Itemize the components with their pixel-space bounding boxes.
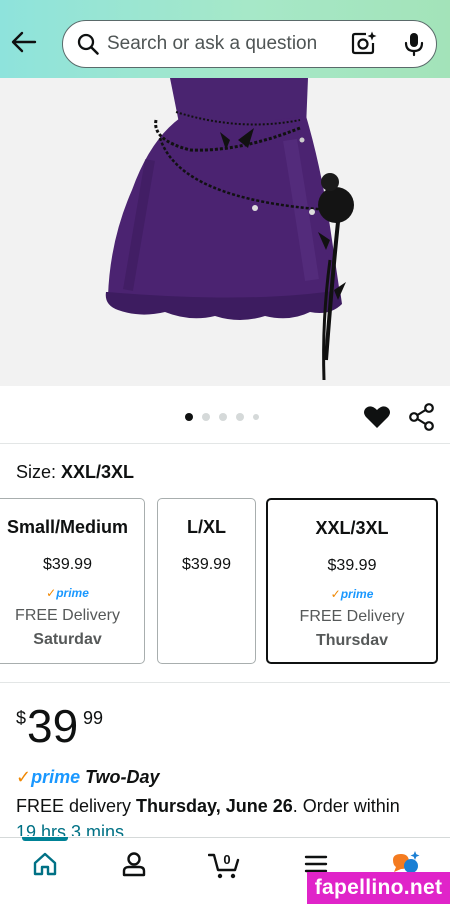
carousel-dot[interactable] <box>236 413 244 421</box>
size-option-day: Saturdav <box>33 631 102 648</box>
order-countdown: 19 hrs 3 mins <box>16 822 125 836</box>
skirt-product-photo <box>105 78 354 381</box>
voice-search-button[interactable] <box>401 31 427 57</box>
nav-account[interactable] <box>120 850 150 880</box>
arrow-left-icon <box>11 31 37 53</box>
size-option-name: L/XL <box>187 517 226 537</box>
price-symbol: $ <box>16 708 27 728</box>
delivery-message: FREE delivery Thursday, June 26. Order w… <box>16 796 400 817</box>
carousel-dot[interactable] <box>219 413 227 421</box>
prime-badge: ✓prime <box>330 587 374 601</box>
size-option-name: XXL/3XL <box>315 518 389 538</box>
prime-speed: Two-Day <box>85 767 160 787</box>
carousel-dot[interactable] <box>185 413 193 421</box>
size-option-day: Thursdav <box>315 632 388 649</box>
price-whole: 39 <box>27 700 79 752</box>
size-option-price: $39.99 <box>43 556 92 573</box>
product-image[interactable] <box>0 78 450 386</box>
size-option-l-xl[interactable]: L/XL $39.99 <box>157 498 256 664</box>
prime-two-day-badge: ✓prime Two-Day <box>16 767 159 788</box>
search-icon <box>77 33 99 55</box>
search-input[interactable] <box>107 21 347 66</box>
microphone-icon <box>404 33 424 57</box>
selected-size-value: XXL/3XL <box>61 462 135 482</box>
watermark: fapellino.net <box>307 872 450 904</box>
prime-badge-text: prime <box>56 586 89 600</box>
back-button[interactable] <box>8 26 40 58</box>
delivery-prefix: FREE delivery <box>16 796 137 816</box>
carousel-dot[interactable] <box>253 414 259 420</box>
share-icon <box>409 403 434 431</box>
active-tab-indicator <box>22 837 68 841</box>
prime-wordmark: prime <box>31 767 81 787</box>
camera-search-button[interactable] <box>351 31 377 57</box>
add-to-list-button[interactable] <box>362 402 392 432</box>
divider <box>0 443 450 444</box>
person-icon <box>122 852 146 877</box>
delivery-date: Thursday, June 26 <box>136 796 293 816</box>
heart-icon <box>364 406 390 428</box>
cart-icon: 0 <box>207 852 240 879</box>
share-button[interactable] <box>408 402 436 432</box>
camera-sparkle-icon <box>351 31 377 55</box>
size-label-prefix: Size: <box>16 462 62 482</box>
carousel-dot[interactable] <box>202 413 210 421</box>
size-option-delivery: FREE Delivery <box>15 607 120 624</box>
home-icon <box>33 852 57 876</box>
nav-home[interactable] <box>31 850 61 880</box>
top-header <box>0 0 450 78</box>
price-fraction: 99 <box>83 708 104 728</box>
cart-count: 0 <box>223 852 230 867</box>
prime-badge: ✓prime <box>46 586 89 600</box>
size-option-xxl-3xl[interactable]: XXL/3XL $39.99 ✓prime FREE Delivery Thur… <box>266 498 438 664</box>
size-option-price: $39.99 <box>182 556 231 573</box>
size-option-delivery: FREE Delivery <box>299 608 405 625</box>
size-option-small-medium[interactable]: Small/Medium $39.99 ✓prime FREE Delivery… <box>0 498 145 664</box>
size-option-price: $39.99 <box>327 557 377 574</box>
prime-check-icon: ✓ <box>16 767 32 787</box>
prime-badge-text: prime <box>340 587 374 601</box>
size-label: Size: XXL/3XL <box>16 462 134 483</box>
size-option-name: Small/Medium <box>6 517 129 537</box>
search-bar[interactable] <box>62 20 437 68</box>
delivery-suffix: . Order within <box>292 796 400 816</box>
nav-cart[interactable]: 0 <box>207 850 242 880</box>
carousel-dots[interactable] <box>185 413 259 421</box>
divider <box>0 682 450 683</box>
